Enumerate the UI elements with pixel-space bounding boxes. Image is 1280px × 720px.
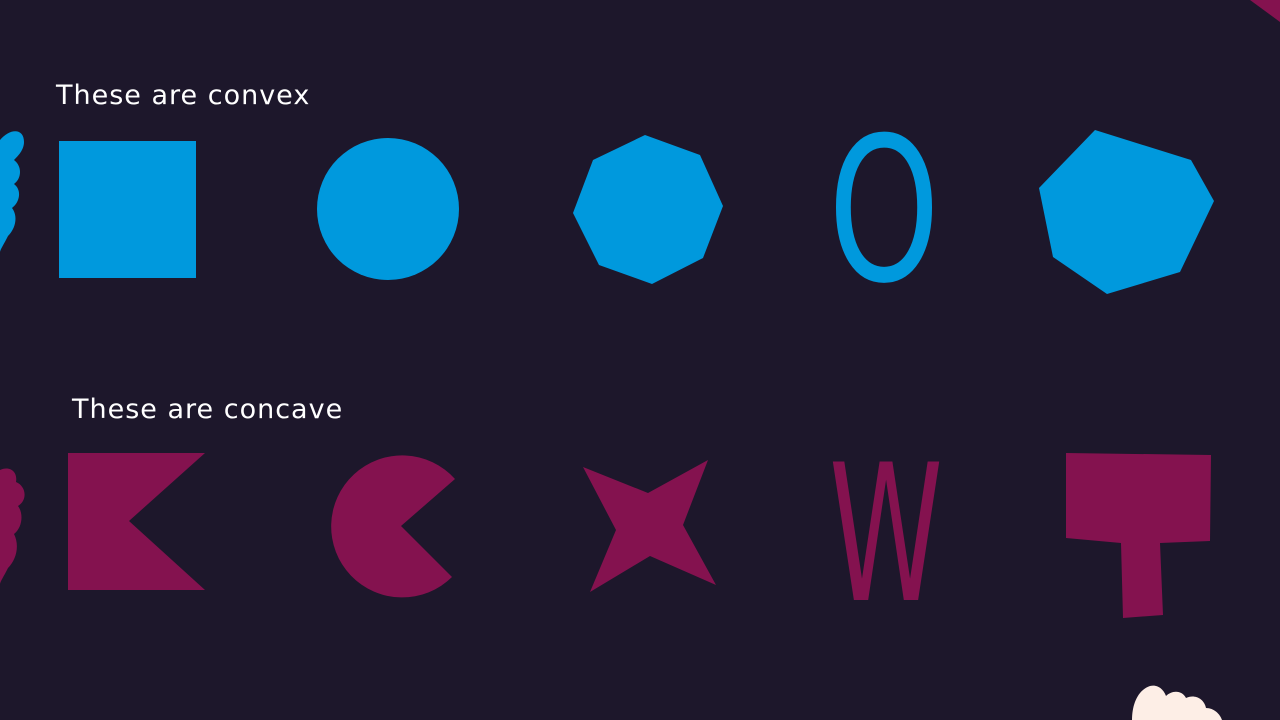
decorative-blob-icon	[0, 468, 25, 584]
circle-shape	[317, 138, 459, 280]
octagon-shape	[573, 135, 723, 284]
convex-heading: These are convex	[56, 80, 311, 111]
pacman-shape	[331, 455, 455, 598]
hand-icon	[1132, 685, 1222, 720]
t-shape	[1066, 453, 1211, 618]
decorative-blob-icon	[0, 131, 24, 252]
four-point-star-shape	[583, 460, 716, 592]
letter-w-shape: W	[829, 424, 943, 645]
heptagon-shape	[1039, 130, 1214, 294]
corner-accent	[1250, 0, 1280, 22]
notched-square-shape	[68, 453, 205, 590]
concave-heading: These are concave	[72, 394, 344, 425]
letter-o-shape: O	[828, 95, 940, 328]
square-shape	[59, 141, 196, 278]
